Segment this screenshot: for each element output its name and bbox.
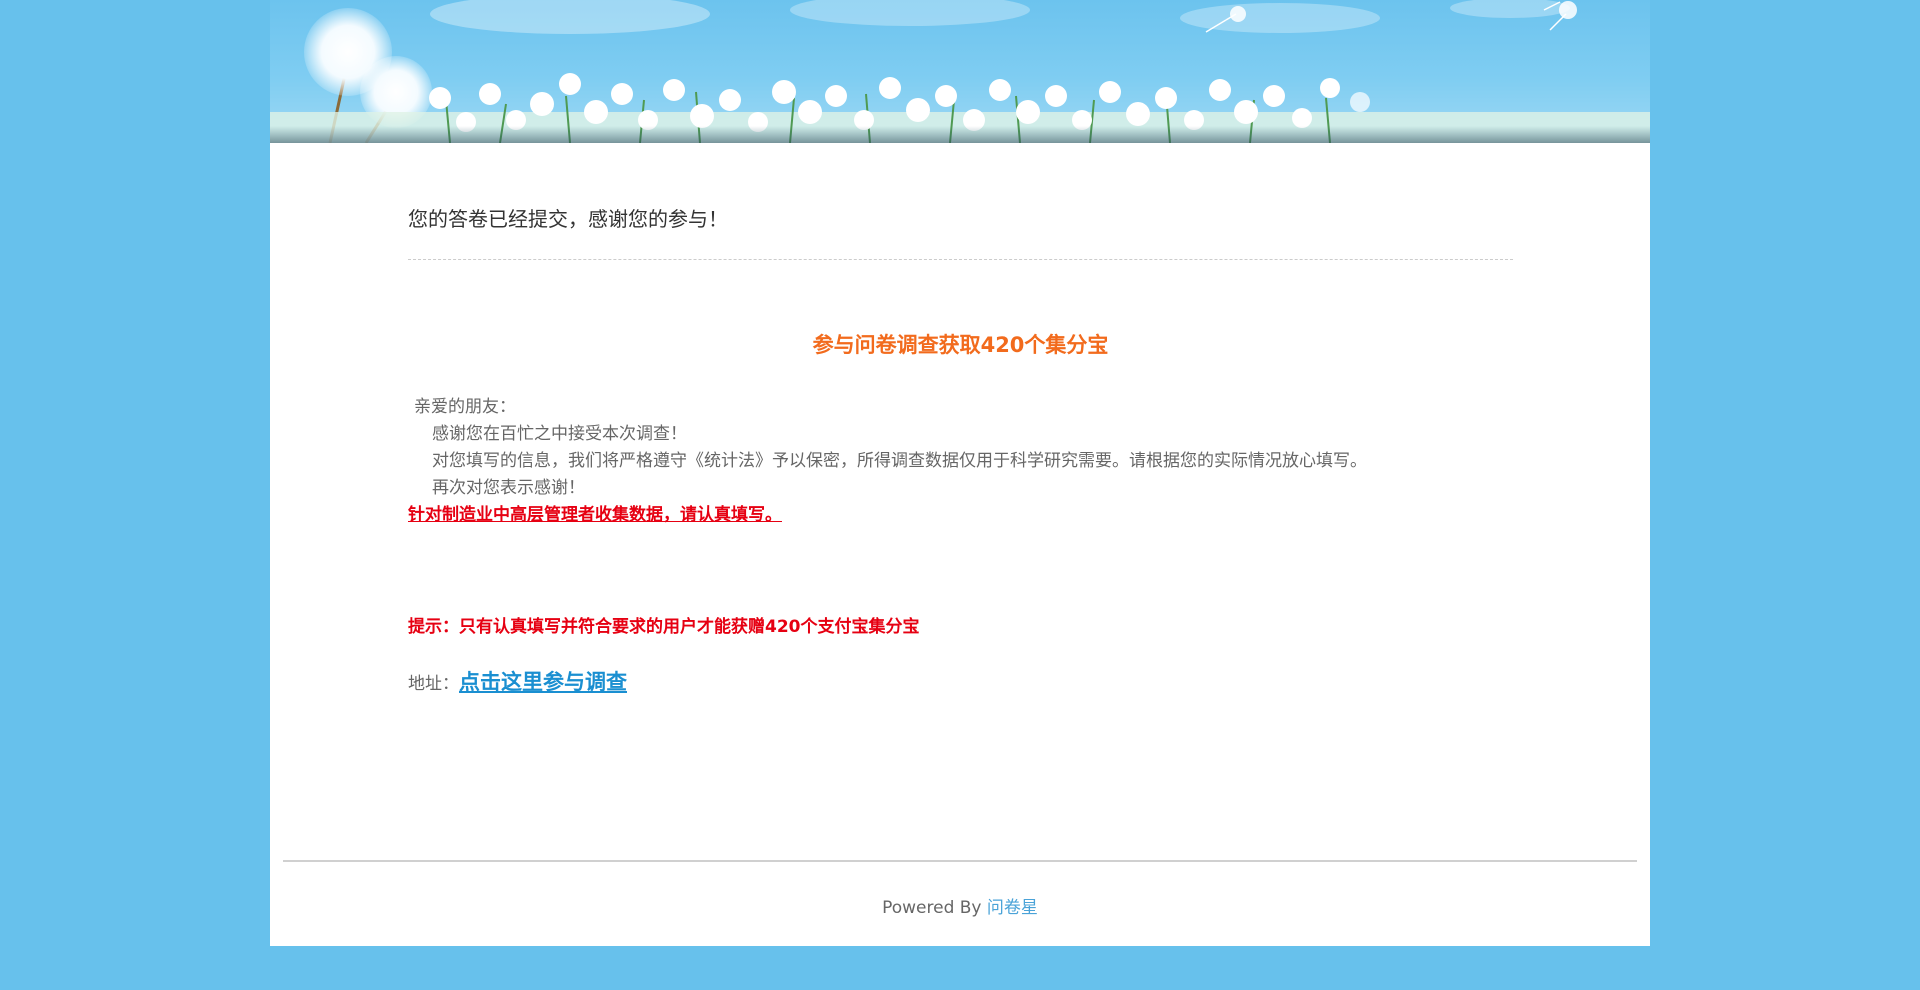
dandelion-banner-image — [270, 0, 1650, 143]
address-label: 地址： — [408, 674, 459, 694]
letter-paragraph: 对您填写的信息，我们将严格遵守《统计法》予以保密，所得调查数据仅用于科学研究需要… — [432, 451, 1367, 471]
footer: Powered By 问卷星 — [270, 893, 1650, 918]
letter-paragraph: 感谢您在百忙之中接受本次调查！ — [432, 424, 687, 444]
reward-tip: 提示：只有认真填写并符合要求的用户才能获赠420个支付宝集分宝 — [408, 617, 920, 637]
brand-link[interactable]: 问卷星 — [987, 898, 1038, 918]
letter-paragraph: 再次对您表示感谢！ — [432, 478, 585, 498]
dashed-divider — [408, 259, 1513, 260]
letter-text: 亲爱的朋友： 感谢您在百忙之中接受本次调查！ 对您填写的信息，我们将严格遵守《统… — [408, 394, 1513, 529]
address-line: 地址：点击这里参与调查 — [408, 666, 627, 696]
survey-link[interactable]: 点击这里参与调查 — [459, 670, 627, 694]
footer-divider — [283, 860, 1637, 862]
header-banner — [270, 0, 1650, 143]
promo-title: 参与问卷调查获取420个集分宝 — [812, 333, 1109, 357]
target-notice: 针对制造业中高层管理者收集数据，请认真填写。 — [408, 505, 782, 525]
submitted-title: 您的答卷已经提交，感谢您的参与！ — [408, 207, 728, 231]
powered-by-text: Powered By — [882, 898, 982, 918]
greeting: 亲爱的朋友： — [414, 397, 516, 417]
content-card: 您的答卷已经提交，感谢您的参与！ 参与问卷调查获取420个集分宝 亲爱的朋友： … — [270, 143, 1650, 946]
